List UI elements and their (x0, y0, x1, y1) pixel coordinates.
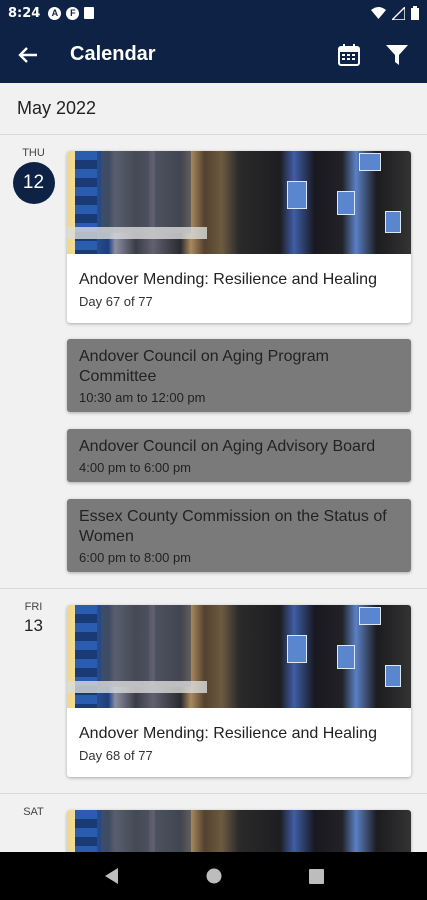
event-title: Andover Mending: Resilience and Healing (79, 725, 377, 742)
month-header: May 2022 (0, 83, 427, 135)
event-time: 10:30 am to 12:00 pm (79, 390, 206, 405)
day-number-today: 12 (12, 162, 55, 204)
event-image (67, 810, 411, 852)
event-title: Andover Council on Aging Advisory Board (79, 438, 376, 455)
event-title: Andover Mending: Resilience and Healing (79, 271, 377, 288)
notification-icon: A (48, 6, 62, 20)
day-section: THU 12 Andover Mending: Resilience and H… (0, 135, 427, 589)
back-button[interactable] (0, 26, 56, 83)
calendar-button[interactable] (325, 26, 373, 83)
signal-icon (392, 6, 405, 20)
day-section: SAT (0, 794, 427, 852)
event-title: Andover Council on Aging Program Committ… (79, 348, 329, 385)
page-title: Calendar (70, 43, 156, 65)
sd-card-icon (84, 7, 95, 19)
nav-back-icon[interactable] (103, 867, 119, 885)
event-subtitle: Day 68 of 77 (79, 748, 153, 763)
featured-event-card[interactable]: Andover Mending: Resilience and Healing … (67, 151, 411, 323)
arrow-left-icon (18, 46, 37, 63)
event-image (67, 151, 411, 254)
event-image (67, 605, 411, 708)
day-of-week: FRI (24, 601, 43, 613)
battery-icon (411, 6, 419, 20)
event-subtitle: Day 67 of 77 (79, 294, 153, 309)
day-of-week: SAT (23, 806, 44, 818)
event-list[interactable]: May 2022 THU 12 Andover Mending: Resilie… (0, 83, 427, 852)
event-item[interactable]: Andover Council on Aging Program Committ… (67, 339, 411, 412)
event-time: 4:00 pm to 6:00 pm (79, 460, 192, 475)
system-nav-bar (0, 852, 427, 900)
event-time: 6:00 pm to 8:00 pm (79, 550, 192, 565)
filter-icon (386, 44, 408, 65)
featured-event-card[interactable] (67, 810, 411, 852)
featured-event-card[interactable]: Andover Mending: Resilience and Healing … (67, 605, 411, 777)
app-bar: Calendar (0, 26, 427, 83)
event-item[interactable]: Andover Council on Aging Advisory Board … (67, 429, 411, 482)
status-bar: 8:24 A F (0, 0, 427, 26)
nav-home-icon[interactable] (206, 868, 222, 884)
status-time: 8:24 (8, 5, 41, 21)
notification-icon: F (66, 6, 80, 20)
day-section: FRI 13 Andover Mending: Resilience and H… (0, 589, 427, 794)
nav-recents-icon[interactable] (308, 868, 324, 884)
day-number: 13 (24, 616, 43, 635)
filter-button[interactable] (373, 26, 421, 83)
wifi-icon (371, 7, 386, 19)
event-item[interactable]: Essex County Commission on the Status of… (67, 499, 411, 572)
day-of-week: THU (22, 147, 45, 159)
calendar-icon (338, 43, 360, 66)
event-title: Essex County Commission on the Status of… (79, 508, 387, 545)
